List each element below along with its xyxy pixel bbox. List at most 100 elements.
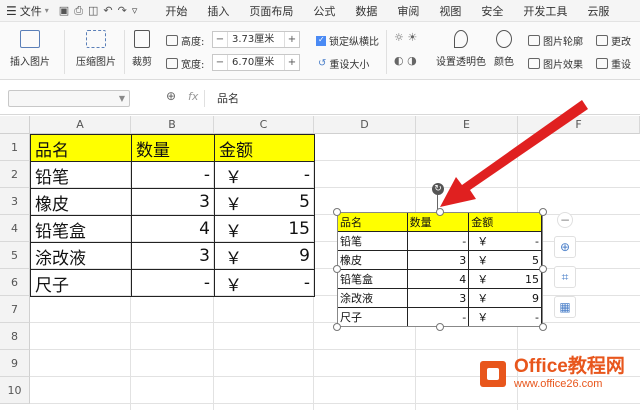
- reset-icon: [596, 58, 608, 69]
- height-icon: [166, 35, 178, 46]
- resize-handle[interactable]: [539, 265, 547, 273]
- resize-handle[interactable]: [436, 323, 444, 331]
- header-cell[interactable]: 金额: [214, 134, 315, 162]
- cell[interactable]: 铅笔: [30, 161, 132, 189]
- crop-icon[interactable]: ⌗: [554, 266, 576, 288]
- function-icon[interactable]: fx: [188, 90, 198, 103]
- column-header-d[interactable]: D: [314, 116, 416, 134]
- cell[interactable]: 5: [254, 188, 315, 216]
- row-header[interactable]: 4: [0, 215, 30, 242]
- cell[interactable]: 橡皮: [30, 188, 132, 216]
- reset-size-button[interactable]: ↺ 重设大小: [318, 56, 369, 71]
- cell[interactable]: -: [254, 161, 315, 189]
- select-all-corner[interactable]: [0, 116, 30, 134]
- row-header[interactable]: 5: [0, 242, 30, 269]
- compress-picture-button[interactable]: 压缩图片: [76, 30, 116, 68]
- row-header[interactable]: 9: [0, 350, 30, 377]
- column-header-a[interactable]: A: [30, 116, 131, 134]
- column-header-b[interactable]: B: [131, 116, 214, 134]
- undo-icon[interactable]: ↶: [103, 4, 112, 17]
- tab-developer[interactable]: 开发工具: [513, 3, 577, 19]
- cell[interactable]: 4: [131, 215, 215, 243]
- reset-picture-button[interactable]: 重设: [596, 56, 631, 71]
- more-icon[interactable]: ▿: [132, 4, 138, 17]
- resize-handle[interactable]: [539, 323, 547, 331]
- color-button[interactable]: 颜色: [494, 30, 514, 68]
- minus-icon[interactable]: −: [213, 34, 227, 45]
- contrast-icon[interactable]: ◐ ◑: [394, 54, 417, 67]
- picture-tools-ribbon: 插入图片 压缩图片 裁剪 高度: − 3.73厘米 + 宽度: − 6.70厘米…: [0, 22, 640, 80]
- arrow-shape: [440, 100, 588, 207]
- width-stepper[interactable]: − 6.70厘米 +: [212, 54, 300, 71]
- picture-effect-button[interactable]: 图片效果: [528, 56, 583, 71]
- redo-icon[interactable]: ↷: [118, 4, 127, 17]
- header-cell[interactable]: 品名: [30, 134, 132, 162]
- tab-start[interactable]: 开始: [155, 3, 197, 19]
- row-header[interactable]: 10: [0, 377, 30, 404]
- cell[interactable]: -: [131, 269, 215, 297]
- picture-layout-icon[interactable]: ▦: [554, 296, 576, 318]
- plus-icon[interactable]: +: [285, 57, 299, 68]
- minus-icon[interactable]: −: [213, 57, 227, 68]
- resize-handle[interactable]: [333, 208, 341, 216]
- tab-cloud[interactable]: 云服: [577, 3, 619, 19]
- cell-currency[interactable]: ￥: [214, 188, 255, 216]
- chevron-down-icon: ▾: [44, 6, 49, 15]
- lock-ratio-checkbox[interactable]: 锁定纵横比: [316, 33, 379, 48]
- tab-security[interactable]: 安全: [471, 3, 513, 19]
- insert-picture-label: 插入图片: [10, 57, 50, 68]
- insert-picture-button[interactable]: 插入图片: [10, 30, 50, 68]
- width-field[interactable]: 6.70厘米: [227, 55, 285, 70]
- set-transparent-button[interactable]: 设置透明色: [436, 30, 486, 68]
- transparent-color-icon: [454, 30, 468, 48]
- resize-handle[interactable]: [333, 323, 341, 331]
- picture-outline-button[interactable]: 图片轮廓: [528, 33, 583, 48]
- save-icon[interactable]: ▣: [59, 4, 69, 17]
- row-header[interactable]: 1: [0, 134, 30, 161]
- zoom-icon[interactable]: ⊕: [166, 89, 176, 103]
- tab-data[interactable]: 数据: [345, 3, 387, 19]
- row-header[interactable]: 3: [0, 188, 30, 215]
- column-header-c[interactable]: C: [214, 116, 314, 134]
- cell[interactable]: -: [131, 161, 215, 189]
- row-header[interactable]: 7: [0, 296, 30, 323]
- color-label: 颜色: [494, 57, 514, 68]
- cell[interactable]: 9: [254, 242, 315, 270]
- tab-view[interactable]: 视图: [429, 3, 471, 19]
- tab-formula[interactable]: 公式: [303, 3, 345, 19]
- name-box[interactable]: ▼: [8, 90, 130, 107]
- height-field[interactable]: 3.73厘米: [227, 32, 285, 47]
- tab-review[interactable]: 审阅: [387, 3, 429, 19]
- print-preview-icon[interactable]: ◫: [88, 4, 98, 17]
- crop-button[interactable]: 裁剪: [132, 30, 152, 68]
- collapse-icon[interactable]: −: [557, 212, 573, 228]
- brightness-icon[interactable]: ☼ ☀: [394, 31, 417, 44]
- red-arrow-annotation: [440, 100, 588, 207]
- plus-icon[interactable]: +: [285, 34, 299, 45]
- cell-currency[interactable]: ￥: [214, 161, 255, 189]
- change-picture-button[interactable]: 更改: [596, 33, 631, 48]
- cell[interactable]: 铅笔盒: [30, 215, 132, 243]
- cell[interactable]: -: [254, 269, 315, 297]
- tab-insert[interactable]: 插入: [197, 3, 239, 19]
- row-header[interactable]: 8: [0, 323, 30, 350]
- print-icon[interactable]: ⎙: [74, 4, 83, 18]
- height-stepper[interactable]: − 3.73厘米 +: [212, 31, 300, 48]
- cell[interactable]: 15: [254, 215, 315, 243]
- cell-currency[interactable]: ￥: [214, 215, 255, 243]
- cell-currency[interactable]: ￥: [214, 269, 255, 297]
- file-menu[interactable]: ☰ 文件 ▾: [0, 3, 55, 19]
- header-cell[interactable]: 数量: [131, 134, 215, 162]
- row-header[interactable]: 6: [0, 269, 30, 296]
- resize-handle[interactable]: [333, 265, 341, 273]
- row-header[interactable]: 2: [0, 161, 30, 188]
- picture-floating-toolbar: − ⊕ ⌗ ▦: [554, 212, 576, 318]
- zoom-in-icon[interactable]: ⊕: [554, 236, 576, 258]
- cell-currency[interactable]: ￥: [214, 242, 255, 270]
- cell[interactable]: 3: [131, 188, 215, 216]
- cell[interactable]: 尺子: [30, 269, 132, 297]
- tab-page-layout[interactable]: 页面布局: [239, 3, 303, 19]
- cell[interactable]: 涂改液: [30, 242, 132, 270]
- hamburger-icon: ☰: [6, 3, 17, 18]
- cell[interactable]: 3: [131, 242, 215, 270]
